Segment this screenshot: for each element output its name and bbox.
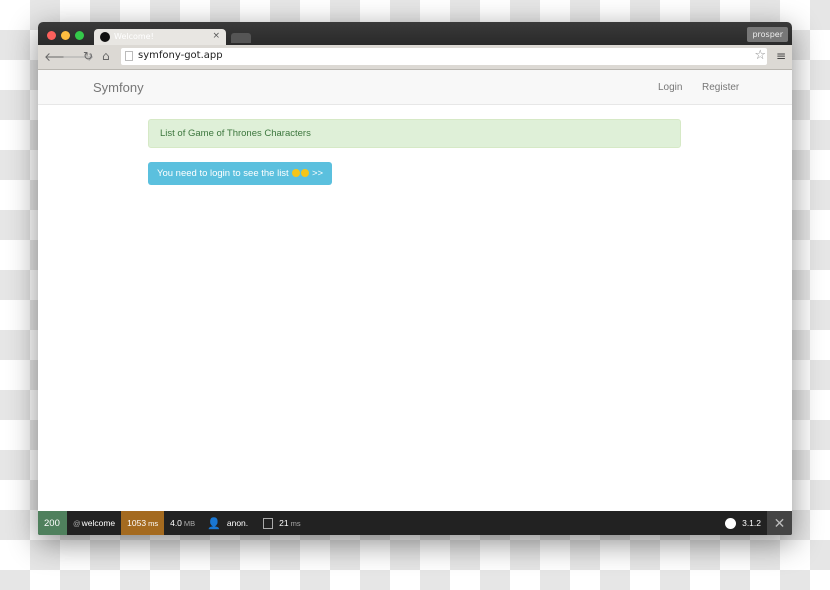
- minimize-window-button[interactable]: [61, 31, 70, 40]
- database-icon: [263, 517, 274, 529]
- tab-bar: Welcome! × prosper: [38, 22, 792, 46]
- maximize-window-button[interactable]: [75, 31, 84, 40]
- close-window-button[interactable]: [47, 31, 56, 40]
- tab-title: Welcome!: [114, 32, 154, 41]
- login-link[interactable]: Login: [658, 82, 682, 93]
- memory-unit: MB: [183, 518, 196, 528]
- db-time-value: 21: [279, 518, 289, 528]
- memory-value: 4.0: [170, 518, 182, 528]
- navbar-brand[interactable]: Symfony: [93, 80, 144, 95]
- user-panel[interactable]: 👤 anon.: [201, 511, 254, 535]
- close-tab-icon[interactable]: ×: [212, 31, 220, 41]
- route-name: welcome: [81, 518, 116, 528]
- browser-toolbar: 🡐 🡒 ↻ ⌂ symfony-got.app ☆ ≡: [38, 45, 792, 70]
- new-tab-button[interactable]: [231, 33, 251, 43]
- menu-icon[interactable]: ≡: [776, 49, 786, 63]
- symfony-logo-icon: [725, 517, 737, 529]
- url-text: symfony-got.app: [138, 50, 223, 61]
- reload-icon[interactable]: ↻: [83, 49, 93, 63]
- memory-panel[interactable]: 4.0 MB: [164, 511, 201, 535]
- emoji-icon: [292, 169, 301, 177]
- user-icon: 👤: [207, 517, 221, 530]
- time-unit: ms: [148, 518, 159, 528]
- register-link[interactable]: Register: [702, 82, 739, 93]
- profile-button[interactable]: prosper: [747, 27, 788, 42]
- symfony-version: 3.1.2: [742, 518, 761, 528]
- home-icon[interactable]: ⌂: [102, 49, 110, 63]
- db-panel[interactable]: 21 ms: [254, 511, 306, 535]
- symfony-debug-toolbar: 200 @ welcome 1053 ms 4.0 MB 👤 anon. 21 ms 3.…: [38, 511, 792, 535]
- tab-welcome[interactable]: Welcome! ×: [94, 29, 226, 46]
- address-bar[interactable]: symfony-got.app: [121, 48, 767, 65]
- time-value: 1053: [127, 518, 147, 528]
- bookmark-star-icon[interactable]: ☆: [754, 48, 766, 63]
- symfony-favicon-icon: [100, 32, 110, 42]
- status-code[interactable]: 200: [38, 511, 67, 535]
- user-value: anon.: [226, 518, 249, 528]
- db-time-unit: ms: [290, 518, 301, 528]
- navbar: Symfony Login Register: [38, 70, 792, 105]
- button-suffix: >>: [311, 168, 324, 179]
- page-icon: [125, 51, 133, 61]
- version-panel[interactable]: 3.1.2: [719, 511, 767, 535]
- at-icon: @: [73, 518, 81, 528]
- emoji-icon: [301, 169, 310, 177]
- browser-window: Welcome! × prosper 🡐 🡒 ↻ ⌂ symfony-got.a…: [38, 22, 792, 535]
- close-toolbar-icon[interactable]: ✕: [767, 511, 792, 535]
- success-alert: List of Game of Thrones Characters: [148, 119, 681, 148]
- time-panel[interactable]: 1053 ms: [121, 511, 165, 535]
- route-panel[interactable]: @ welcome: [67, 511, 121, 535]
- button-label: You need to login to see the list: [157, 168, 289, 179]
- login-to-see-list-button[interactable]: You need to login to see the list >>: [148, 162, 333, 185]
